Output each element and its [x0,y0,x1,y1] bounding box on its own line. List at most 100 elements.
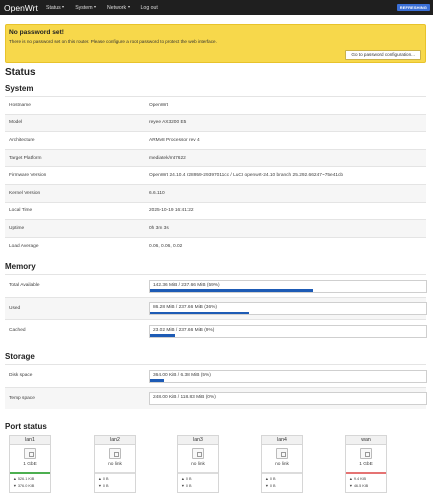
port-link-indicator [262,472,302,474]
page-title: Status [5,67,36,78]
usage-bar-fill [150,334,175,337]
ethernet-port-icon [192,448,204,459]
port-traffic: ▲ 526.1 KiB ▼ 376.0 KiB [13,476,34,489]
chevron-down-icon [94,6,97,8]
port-wan: wan 1 GbE ▲ 9.4 KiB ▼ 46.5 KiB [345,435,387,493]
row-value: 0h 3m 3s [149,225,169,231]
port-tx: ▼ 0 B [181,483,192,488]
menu-network[interactable]: Network [107,5,130,11]
port-tx: ▼ 0 B [265,483,276,488]
port-traffic: ▲ 0 B ▼ 0 B [265,476,276,489]
table-row: Model reyee AX3200 E5 [5,113,426,132]
row-value: OpenWrt [149,102,169,108]
table-row: Disk space 364.00 KiB / 6.38 MiB (5%) [5,364,427,387]
port-link-indicator [178,472,218,474]
alert-title: No password set! [9,29,64,36]
row-label: Load Average [9,243,39,249]
row-label: Local Time [9,208,33,214]
table-row: Hostname OpenWrt [5,96,426,114]
row-label: Architecture [9,137,35,143]
refreshing-badge[interactable]: REFRESHING [396,4,430,11]
row-value: reyee AX3200 E5 [149,120,187,126]
table-row: Uptime 0h 3m 3s [5,219,426,237]
port-name: lan2 [95,436,135,445]
port-speed: no link [108,462,122,467]
row-label: Total Available [9,283,40,289]
alert-text: There is no password set on this router.… [9,39,217,44]
port-speed: no link [275,462,289,467]
port-name: lan4 [262,436,302,445]
table-row: Kernel Version 6.6.110 [5,183,426,202]
table-row: Total Available 142.36 MiB / 237.66 MiB (… [5,274,427,297]
usage-bar-fill [150,311,250,315]
port-traffic: ▲ 0 B ▼ 0 B [98,476,109,489]
usage-bar: 142.36 MiB / 237.66 MiB (59%) [149,279,427,293]
table-row: Local Time 2025-10-19 16:41:22 [5,201,426,220]
usage-bar-text: 364.00 KiB / 6.38 MiB (5%) [153,372,211,378]
usage-bar-fill [150,379,164,382]
system-heading: System [5,84,34,93]
usage-bar-text: 142.36 MiB / 237.66 MiB (59%) [153,282,220,288]
usage-bar: 248.00 KiB / 118.83 MiB (0%) [149,392,427,406]
table-row: Temp space 248.00 KiB / 118.83 MiB (0%) [5,386,427,409]
ethernet-port-icon [360,448,372,459]
row-value: mediatek/mt7622 [149,155,186,161]
table-row: Target Platform mediatek/mt7622 [5,148,426,167]
port-rx: ▲ 9.4 KiB [349,477,367,481]
brand-logo[interactable]: OpenWrt [0,3,46,13]
usage-bar-text: 248.00 KiB / 118.83 MiB (0%) [153,395,216,401]
table-row: Cached 23.02 MiB / 237.66 MiB (9%) [5,319,427,342]
port-rx: ▲ 0 B [265,477,276,481]
row-value: 0.06, 0.06, 0.02 [149,243,183,249]
port-tx: ▼ 46.5 KiB [349,483,369,488]
table-row: Firmware Version OpenWrt 24.10.4 r28959-2… [5,166,426,184]
password-config-button[interactable]: Go to password configuration... [345,50,421,60]
no-password-alert: No password set! There is no password se… [5,24,426,63]
port-status-panel: lan1 1 GbE ▲ 526.1 KiB ▼ 376.0 KiB lan2 no li… [5,435,426,495]
port-speed: 1 GbE [23,462,37,467]
top-navbar: OpenWrt Status System Network Log out RE… [0,0,433,15]
usage-bar-fill [150,289,313,292]
port-lan4: lan4 no link ▲ 0 B ▼ 0 B [261,435,303,493]
row-value: 6.6.110 [149,190,165,196]
row-label: Disk space [9,373,33,379]
port-name: lan1 [10,436,50,445]
row-label: Uptime [9,225,25,231]
port-link-indicator [95,472,135,474]
port-traffic: ▲ 9.4 KiB ▼ 46.5 KiB [349,476,368,489]
menu-status-label: Status [46,4,61,11]
port-tx: ▼ 0 B [98,483,109,488]
menu-system[interactable]: System [75,4,97,11]
ethernet-port-icon [24,448,36,459]
row-label: Model [9,120,23,126]
ethernet-port-icon [109,448,121,459]
menu-network-label: Network [107,4,127,11]
port-lan1: lan1 1 GbE ▲ 526.1 KiB ▼ 376.0 KiB [9,435,51,493]
menu-status[interactable]: Status [46,4,65,11]
usage-bar: 86.28 MiB / 237.66 MiB (36%) [149,302,427,316]
row-value: 2025-10-19 16:41:22 [149,208,194,214]
port-traffic: ▲ 0 B ▼ 0 B [181,476,192,489]
port-name: lan3 [178,436,218,445]
row-label: Target Platform [9,155,42,161]
menu-system-label: System [75,4,93,11]
port-name: wan [346,436,386,445]
chevron-down-icon [127,6,130,8]
row-value: ARMv8 Processor rev 4 [149,137,200,143]
usage-bar: 23.02 MiB / 237.66 MiB (9%) [149,324,427,338]
port-lan2: lan2 no link ▲ 0 B ▼ 0 B [94,435,136,493]
port-speed: 1 GbE [359,462,373,467]
storage-heading: Storage [5,352,35,361]
row-label: Used [9,305,21,311]
main-menu: Status System Network Log out [46,0,169,15]
port-link-indicator [346,472,386,474]
row-label: Hostname [9,102,31,108]
port-link-indicator [10,472,50,474]
row-label: Temp space [9,395,35,401]
ethernet-port-icon [276,448,288,459]
menu-logout[interactable]: Log out [141,5,158,11]
row-value: OpenWrt 24.10.4 r28959-29397011cc / LuCI… [149,173,344,179]
port-status-heading: Port status [5,422,47,431]
port-speed: no link [191,462,205,467]
port-lan3: lan3 no link ▲ 0 B ▼ 0 B [177,435,219,493]
